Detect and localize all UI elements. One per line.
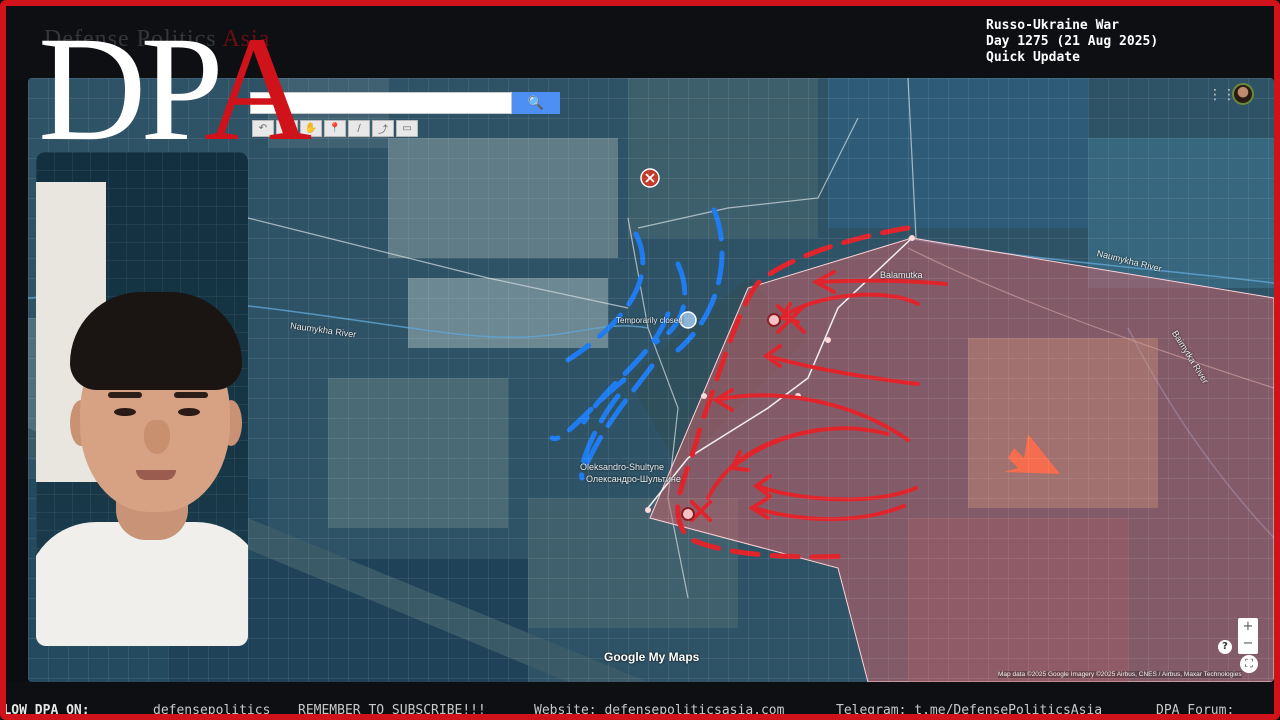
line-icon[interactable]: ∕ [348, 120, 370, 137]
episode-day: Day 1275 (21 Aug 2025) [986, 34, 1159, 49]
search-icon: 🔍 [527, 95, 545, 111]
town-label-cyrillic: Олександро-Шультине [586, 474, 681, 484]
presenter-eye-right [178, 408, 200, 416]
marker-icon[interactable]: 📍 [324, 120, 346, 137]
episode-type: Quick Update [986, 50, 1080, 65]
zoom-out-button[interactable]: − [1238, 635, 1258, 652]
town-label-latin: Oleksandro-Shultyne [580, 462, 665, 472]
fullscreen-icon[interactable]: ⛶ [1240, 655, 1258, 673]
map-attribution[interactable]: Map data ©2025 Google Imagery ©2025 Airb… [998, 671, 1242, 678]
ticker-subscribe: REMEMBER TO SUBSCRIBE!!! [298, 703, 486, 718]
episode-title: Russo-Ukraine War [986, 18, 1120, 33]
ruler-icon[interactable]: ▭ [396, 120, 418, 137]
presenter-nose [144, 420, 170, 454]
episode-info: Russo-Ukraine War Day 1275 (21 Aug 2025)… [986, 18, 1158, 66]
place-label-temporarily-closed: Temporarily closed [616, 316, 683, 325]
ticker-website: Website: defensepoliticsasia.com [534, 703, 785, 718]
google-my-maps-logo: Google My Maps [604, 650, 700, 664]
presenter-eye-left [114, 408, 136, 416]
presenter-brow-right [174, 392, 208, 398]
ticker-handle: defensepolitics [153, 703, 271, 718]
presenter-mouth [136, 470, 176, 480]
zoom-control: + − [1238, 618, 1258, 654]
ticker-forum: DPA Forum: [1156, 703, 1235, 718]
presenter-webcam [36, 152, 248, 646]
avatar[interactable] [1232, 83, 1254, 105]
presenter-shirt [36, 522, 248, 646]
village-label-balamutka: Balamutka [880, 270, 923, 280]
map-search-button[interactable]: 🔍 [512, 92, 560, 114]
location-pin-south[interactable] [681, 507, 695, 521]
dpa-logo: DPA [38, 6, 312, 172]
route-icon[interactable]: ⤴ [372, 120, 394, 137]
ticker-telegram: Telegram: t.me/DefensePoliticsAsia [836, 703, 1103, 718]
ticker-follow: FOLLOW DPA ON: [0, 703, 90, 718]
help-icon[interactable]: ? [1218, 640, 1232, 654]
location-pin-balamutka[interactable] [767, 313, 781, 327]
closed-place-pin[interactable] [640, 168, 660, 188]
presenter-brow-left [108, 392, 142, 398]
zoom-in-button[interactable]: + [1238, 618, 1258, 635]
